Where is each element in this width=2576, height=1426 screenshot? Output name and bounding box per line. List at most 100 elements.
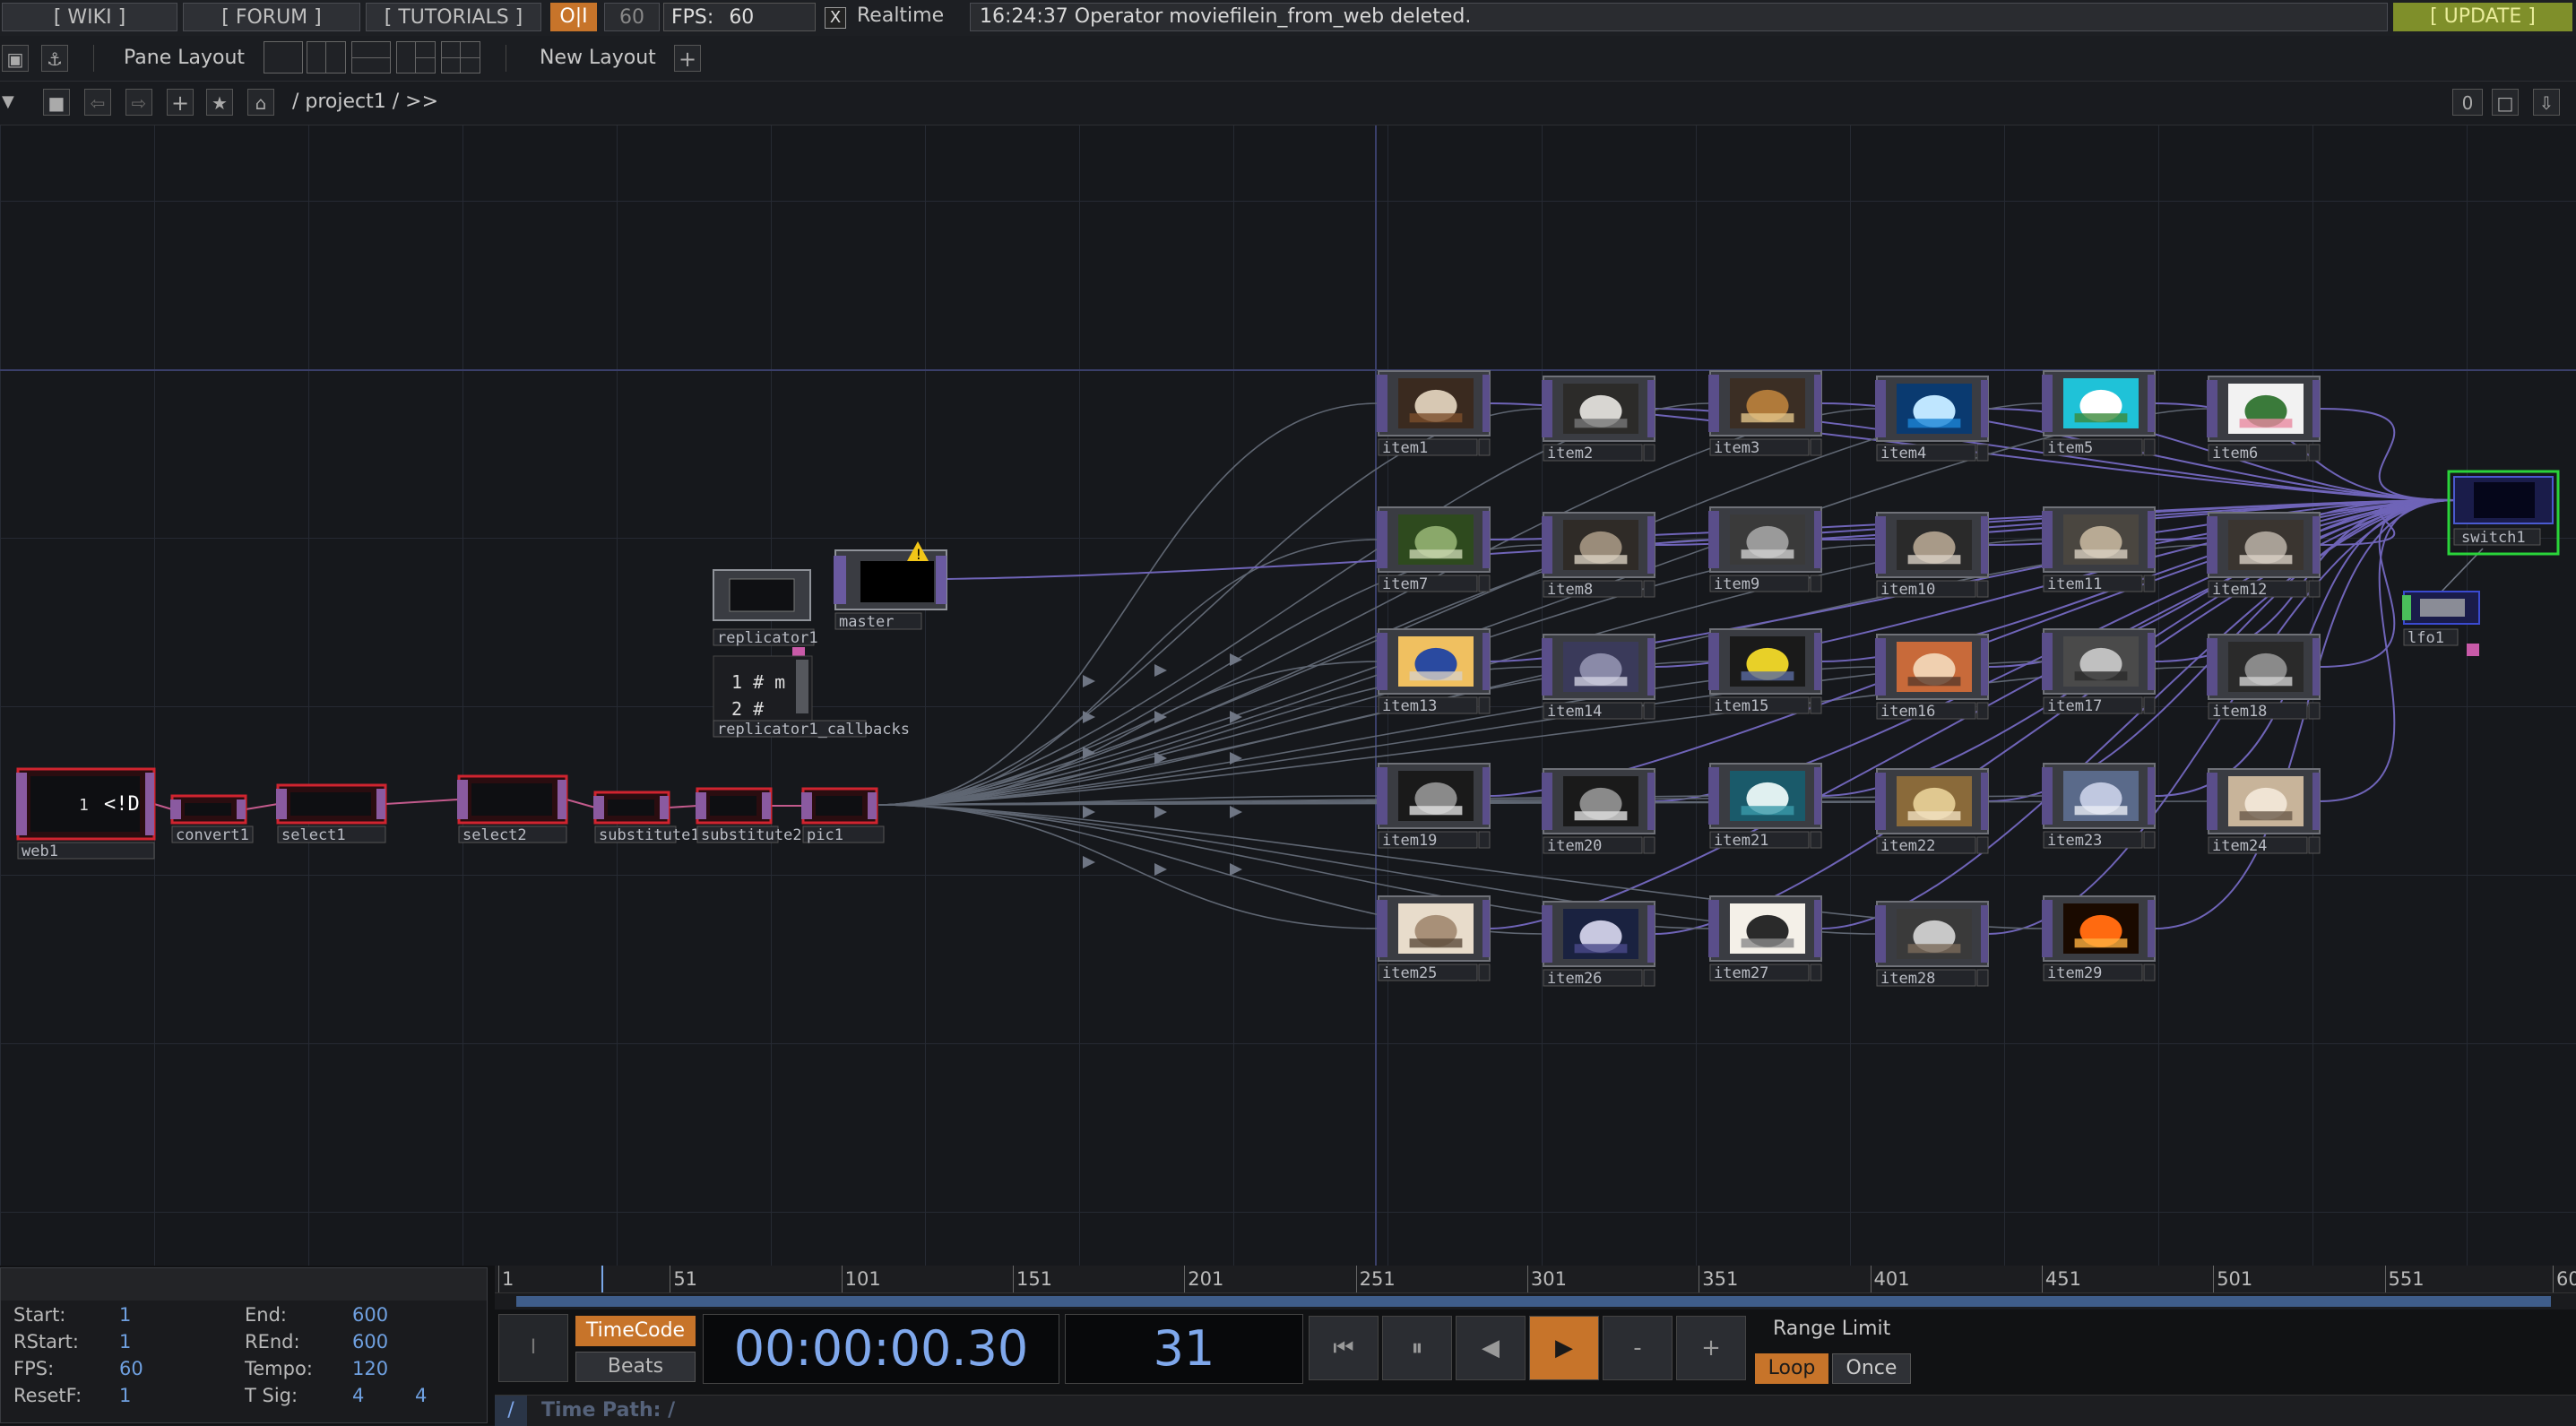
output-connector[interactable] <box>1814 900 1821 957</box>
input-connector[interactable] <box>1377 767 1387 825</box>
anchor-icon[interactable]: ⚓ <box>41 45 68 72</box>
input-connector[interactable] <box>1708 767 1719 825</box>
output-connector[interactable] <box>1482 633 1490 690</box>
operator-item1[interactable]: item1 <box>1377 370 1491 457</box>
operator-item4[interactable]: item4 <box>1875 376 1989 462</box>
operator-flag-box[interactable] <box>1976 969 1989 987</box>
operator-item26[interactable]: item26 <box>1542 901 1655 988</box>
input-connector[interactable] <box>834 556 846 604</box>
output-connector[interactable] <box>2312 516 2320 574</box>
output-connector[interactable] <box>1981 905 1988 963</box>
operator-item27[interactable]: item27 <box>1708 895 1822 982</box>
operator-flag-box[interactable] <box>2143 831 2156 849</box>
input-connector[interactable] <box>1377 375 1387 432</box>
operator-pic1[interactable]: pic1 <box>801 787 885 844</box>
dropdown-arrow-icon[interactable]: ▼ <box>2 92 14 111</box>
operator-item21[interactable]: item21 <box>1708 763 1822 850</box>
operator-flag-box[interactable] <box>2143 964 2156 981</box>
operator-item6[interactable]: item6 <box>2207 376 2321 462</box>
update-button[interactable]: [ UPDATE ] <box>2393 3 2572 31</box>
tempo-value[interactable]: 120 <box>352 1358 388 1379</box>
tsig-numerator[interactable]: 4 <box>352 1385 364 1406</box>
once-button[interactable]: Once <box>1832 1353 1911 1384</box>
fps-cap-button[interactable]: 60 <box>604 3 660 31</box>
step-forward-button[interactable]: + <box>1676 1316 1746 1380</box>
input-connector[interactable] <box>1875 905 1886 963</box>
output-connector[interactable] <box>2148 900 2155 957</box>
output-connector[interactable] <box>1981 516 1988 574</box>
breadcrumb[interactable]: / project1 / >> <box>292 91 438 113</box>
operator-flag-box[interactable] <box>2143 696 2156 714</box>
back-arrow-icon[interactable]: ⇦ <box>84 89 111 116</box>
frame-display[interactable]: 31 <box>1065 1314 1303 1384</box>
operator-item22[interactable]: item22 <box>1875 768 1989 855</box>
realtime-checkbox[interactable]: X <box>825 7 846 29</box>
input-connector[interactable] <box>2042 375 2053 432</box>
input-connector[interactable] <box>1708 900 1719 957</box>
operator-select2[interactable]: select2 <box>457 774 568 844</box>
tsig-denominator[interactable]: 4 <box>415 1385 427 1406</box>
input-connector[interactable] <box>593 796 604 819</box>
operator-item14[interactable]: item14 <box>1542 634 1655 721</box>
layout-three-pane-icon[interactable] <box>396 41 436 73</box>
input-connector[interactable] <box>2042 511 2053 568</box>
operator-flag-box[interactable] <box>1976 702 1989 720</box>
input-connector[interactable] <box>1875 638 1886 696</box>
forum-button[interactable]: [ FORUM ] <box>183 3 360 31</box>
beats-mode-button[interactable]: Beats <box>575 1352 696 1382</box>
operator-item15[interactable]: item15 <box>1708 628 1822 715</box>
network-canvas[interactable]: 1 <!D web1 convert1 select1 select2 substitute… <box>0 125 2576 1266</box>
resetf-value[interactable]: 1 <box>119 1385 131 1406</box>
output-connector[interactable] <box>558 780 566 819</box>
layout-split-vertical-icon[interactable] <box>307 41 346 73</box>
layout-single-icon[interactable] <box>264 41 303 73</box>
output-connector[interactable] <box>145 773 154 835</box>
time-path-root-button[interactable]: / <box>495 1396 527 1426</box>
operator-item13[interactable]: item13 <box>1377 628 1491 715</box>
operator-item5[interactable]: item5 <box>2042 370 2156 457</box>
input-connector[interactable] <box>2207 516 2217 574</box>
output-connector[interactable] <box>762 792 771 819</box>
operator-item23[interactable]: item23 <box>2042 763 2156 850</box>
input-connector[interactable] <box>2042 633 2053 690</box>
output-connector[interactable] <box>1482 511 1490 568</box>
timeline-scrollbar[interactable] <box>495 1293 2576 1309</box>
operator-flag-box[interactable] <box>2308 836 2321 854</box>
operator-item8[interactable]: item8 <box>1542 512 1655 599</box>
output-connector[interactable] <box>936 556 947 604</box>
star-icon[interactable]: ★ <box>206 89 233 116</box>
operator-flag-box[interactable] <box>1478 575 1491 592</box>
operator-item28[interactable]: item28 <box>1875 901 1989 988</box>
output-connector[interactable] <box>1981 638 1988 696</box>
output-connector[interactable] <box>1981 380 1988 437</box>
operator-item29[interactable]: item29 <box>2042 895 2156 982</box>
operator-flag-box[interactable] <box>1643 444 1655 462</box>
output-connector[interactable] <box>2312 638 2320 696</box>
scroll-handle[interactable] <box>796 660 808 713</box>
window-icon[interactable]: □ <box>2492 89 2519 116</box>
wiki-button[interactable]: [ WIKI ] <box>2 3 177 31</box>
output-connector[interactable] <box>237 799 246 819</box>
operator-flag-box[interactable] <box>1976 580 1989 598</box>
network-editor[interactable]: 1 <!D web1 convert1 select1 select2 substitute… <box>0 125 2576 1266</box>
rend-value[interactable]: 600 <box>352 1331 388 1353</box>
operator-flag-box[interactable] <box>1643 969 1655 987</box>
input-connector[interactable] <box>2207 773 2217 830</box>
output-connector[interactable] <box>1814 633 1821 690</box>
output-connector[interactable] <box>376 789 385 819</box>
operator-item10[interactable]: item10 <box>1875 512 1989 599</box>
tutorials-button[interactable]: [ TUTORIALS ] <box>366 3 541 31</box>
operator-flag-box[interactable] <box>1810 964 1822 981</box>
play-forward-icon[interactable]: ▶ <box>1529 1316 1599 1380</box>
input-connector[interactable] <box>457 780 468 819</box>
input-connector[interactable] <box>1875 516 1886 574</box>
output-connector[interactable] <box>1647 638 1655 696</box>
operator-item11[interactable]: item11 <box>2042 506 2156 593</box>
output-connector[interactable] <box>1482 900 1490 957</box>
operator-flag-box[interactable] <box>1810 696 1822 714</box>
loop-button[interactable]: Loop <box>1755 1353 1828 1384</box>
operator-item19[interactable]: item19 <box>1377 763 1491 850</box>
download-icon[interactable]: ⇩ <box>2533 89 2560 116</box>
operator-flag-box[interactable] <box>1478 831 1491 849</box>
operator-flag-box[interactable] <box>1643 702 1655 720</box>
